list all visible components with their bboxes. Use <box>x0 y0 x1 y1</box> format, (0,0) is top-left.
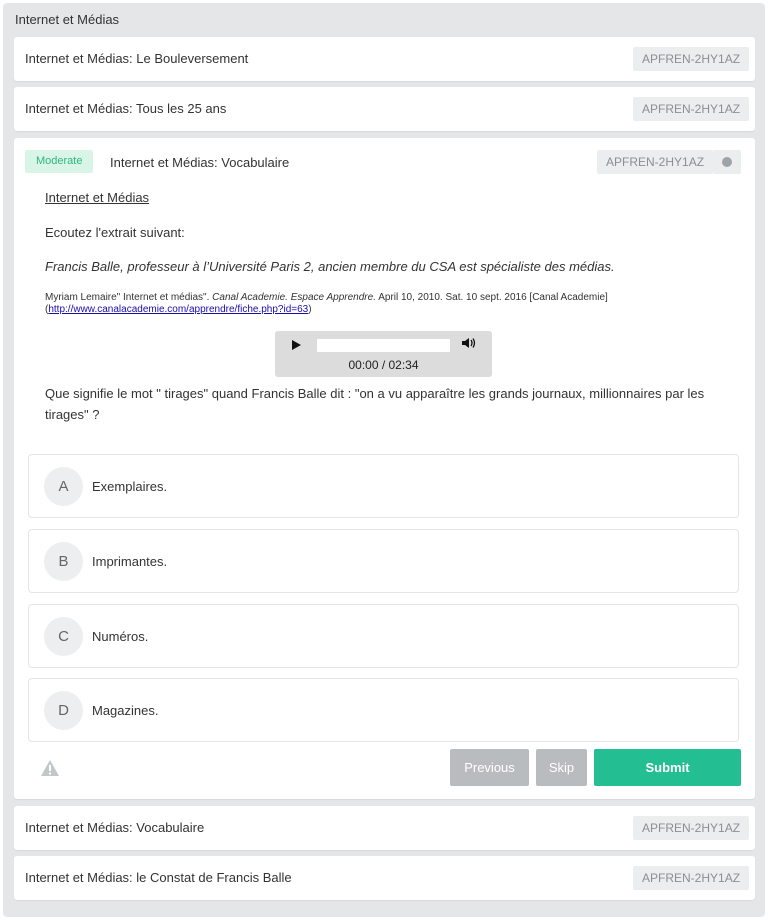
passage-instruction: Ecoutez l'extrait suivant: <box>45 225 185 240</box>
question-code-badge: APFREN-2HY1AZ <box>633 866 750 890</box>
audio-time: 00:00 / 02:34 <box>348 358 419 372</box>
option-letter: C <box>44 617 83 656</box>
option-letter: D <box>44 691 83 730</box>
option-text: Exemplaires. <box>92 479 168 494</box>
citation-link[interactable]: http://www.canalacademie.com/apprendre/f… <box>48 304 308 315</box>
question-row-title: Internet et Médias: le Constat de Franci… <box>25 870 292 885</box>
active-question-card: Moderate Internet et Médias: Vocabulaire… <box>14 138 755 799</box>
question-row-title: Internet et Médias: Tous les 25 ans <box>25 101 227 116</box>
submit-button[interactable]: Submit <box>594 749 741 786</box>
option-letter: B <box>44 542 83 581</box>
question-row[interactable]: Internet et Médias: Vocabulaire APFREN-2… <box>14 806 755 850</box>
option-text: Imprimantes. <box>92 554 168 569</box>
passage-quote: Francis Balle, professeur à l’Université… <box>45 259 615 274</box>
option-letter: A <box>44 467 83 506</box>
option-text: Numéros. <box>92 629 149 644</box>
passage-citation: Myriam Lemaire" Internet et médias". Can… <box>45 292 735 316</box>
citation-link-close: ) <box>308 304 312 315</box>
answer-option-a[interactable]: A Exemplaires. <box>28 454 739 518</box>
play-icon[interactable] <box>292 340 301 350</box>
previous-button[interactable]: Previous <box>450 749 529 786</box>
audio-player: 00:00 / 02:34 <box>275 331 492 377</box>
question-list-panel: Internet et Médias Internet et Médias: L… <box>3 3 765 917</box>
volume-icon[interactable] <box>461 336 477 350</box>
answer-option-b[interactable]: B Imprimantes. <box>28 529 739 593</box>
status-dot-icon <box>722 157 732 167</box>
question-row[interactable]: Internet et Médias: Tous les 25 ans APFR… <box>14 87 755 131</box>
question-code-badge: APFREN-2HY1AZ <box>633 97 750 121</box>
answer-option-c[interactable]: C Numéros. <box>28 604 739 668</box>
question-row[interactable]: Internet et Médias: le Constat de Franci… <box>14 856 755 900</box>
report-warning-icon[interactable] <box>40 759 60 777</box>
citation-date: April 10, 2010. Sat. 10 sept. 2016 [Cana… <box>375 292 608 303</box>
question-row-title: Internet et Médias: Le Bouleversement <box>25 51 249 66</box>
citation-source: Canal Academie. Espace Apprendre. <box>212 292 376 303</box>
difficulty-badge: Moderate <box>25 150 94 173</box>
citation-author: Myriam Lemaire" Internet et médias". <box>45 292 213 303</box>
status-dot-button[interactable] <box>713 150 741 174</box>
answer-option-d[interactable]: D Magazines. <box>28 678 739 742</box>
section-title: Internet et Médias <box>15 12 120 27</box>
question-row-title: Internet et Médias: Vocabulaire <box>25 820 205 835</box>
option-text: Magazines. <box>92 703 159 718</box>
question-text: Que signifie le mot " tirages" quand Fra… <box>45 386 705 422</box>
audio-progress-bar[interactable] <box>317 339 450 352</box>
skip-button[interactable]: Skip <box>536 749 587 786</box>
question-code-badge: APFREN-2HY1AZ <box>597 150 714 174</box>
passage-heading: Internet et Médias <box>45 190 150 205</box>
question-code-badge: APFREN-2HY1AZ <box>633 816 750 840</box>
question-code-badge: APFREN-2HY1AZ <box>633 47 750 71</box>
question-title: Internet et Médias: Vocabulaire <box>110 155 290 170</box>
question-row[interactable]: Internet et Médias: Le Bouleversement AP… <box>14 37 755 81</box>
